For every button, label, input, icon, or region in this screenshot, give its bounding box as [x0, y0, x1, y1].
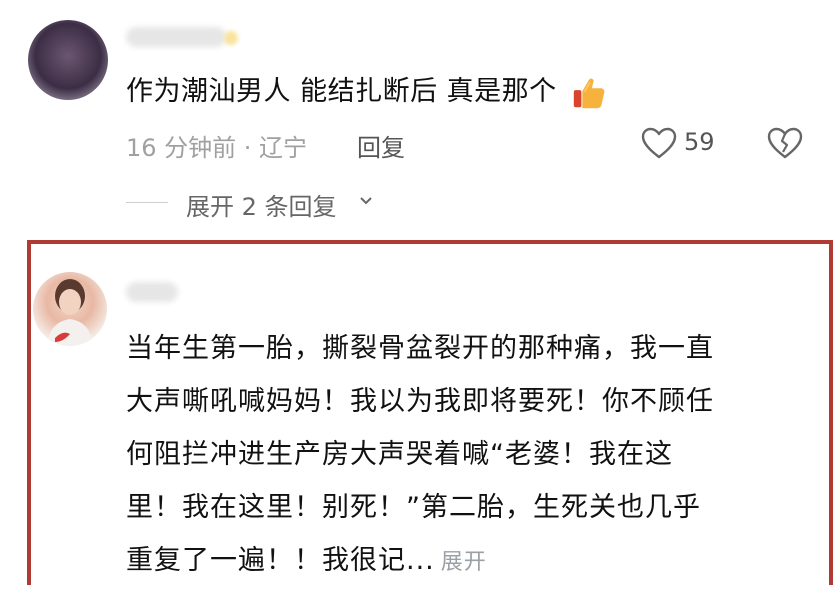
chevron-down-icon[interactable] [358, 193, 374, 209]
like-count: 59 [684, 128, 715, 156]
comment-body: 作为潮汕男人 能结扎断后 真是那个 [126, 76, 557, 107]
expand-comment-link[interactable]: 展开 [441, 550, 487, 575]
heart-icon[interactable] [640, 126, 678, 160]
divider [126, 202, 168, 203]
comment-line: 重复了一遍！！我很记... [126, 545, 435, 576]
reply-button[interactable]: 回复 [357, 128, 405, 163]
comment-line: 何阻拦冲进生产房大声哭着喊“老婆！我在这 [126, 439, 673, 470]
name-emoji-blurred [224, 31, 238, 45]
broken-heart-icon[interactable] [766, 126, 804, 160]
thumbs-up-icon [573, 77, 605, 108]
comment-text: 当年生第一胎，撕裂骨盆裂开的那种痛，我一直 大声嘶吼喊妈妈！我以为我即将要死！你… [126, 322, 806, 589]
username-blurred[interactable] [126, 27, 226, 47]
comment-meta: 16 分钟前 · 辽宁 [126, 134, 308, 162]
avatar-image [47, 279, 93, 346]
expand-replies-label[interactable]: 展开 2 条回复 [186, 187, 337, 222]
comment-line: 大声嘶吼喊妈妈！我以为我即将要死！你不顾任 [126, 386, 714, 417]
avatar[interactable] [33, 272, 107, 346]
comment-line-last: 重复了一遍！！我很记... 展开 [126, 534, 806, 589]
comment-text: 作为潮汕男人 能结扎断后 真是那个 [126, 72, 608, 112]
username-blurred[interactable] [126, 282, 178, 302]
avatar[interactable] [28, 20, 108, 100]
comment-line: 里！我在这里！别死！”第二胎，生死关也几乎 [126, 492, 701, 523]
comment-line: 当年生第一胎，撕裂骨盆裂开的那种痛，我一直 [126, 333, 714, 364]
